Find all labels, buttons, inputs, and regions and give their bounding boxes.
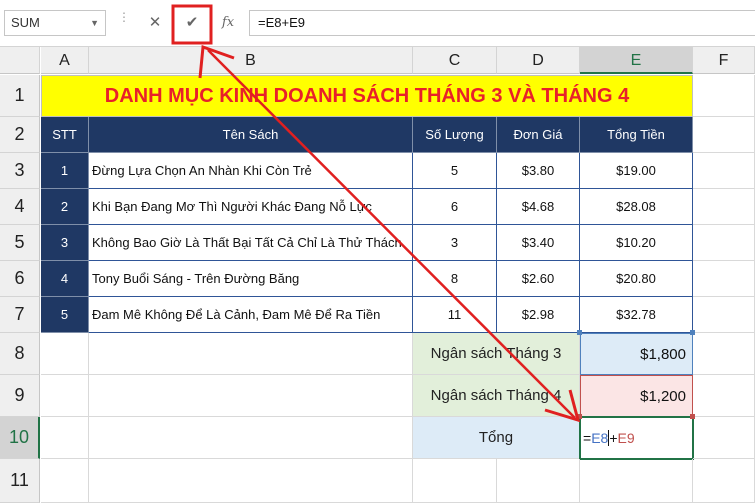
annotation-overlay <box>171 4 581 423</box>
annotation-arrow-line <box>207 49 576 419</box>
highlight-box <box>171 4 213 45</box>
arrowhead-top-icon <box>198 44 235 79</box>
